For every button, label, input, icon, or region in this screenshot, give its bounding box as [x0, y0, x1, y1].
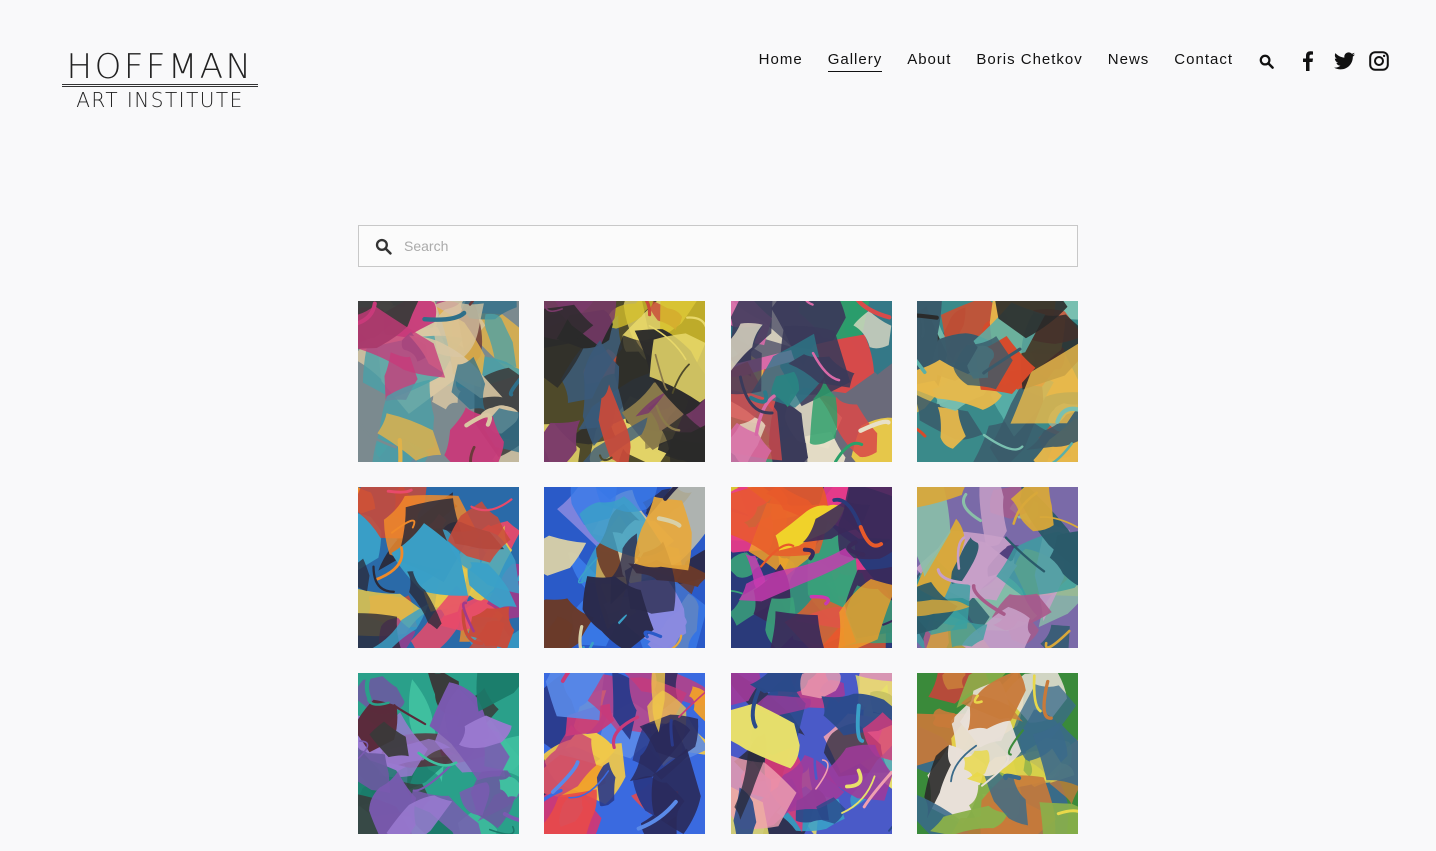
- painting-image: [358, 487, 519, 648]
- painting-image: [544, 487, 706, 648]
- gallery-grid: [358, 301, 1078, 834]
- painting-image: [358, 301, 519, 462]
- instagram-icon[interactable]: [1368, 50, 1390, 72]
- site-logo[interactable]: HOFFMAN ART INSTITUTE: [62, 50, 258, 111]
- painting-image: [544, 301, 706, 462]
- gallery-thumbnail[interactable]: [544, 487, 706, 648]
- nav-gallery[interactable]: Gallery: [827, 51, 883, 72]
- gallery-thumbnail[interactable]: [730, 487, 892, 648]
- nav-contact[interactable]: Contact: [1174, 51, 1233, 71]
- main-nav: Home Gallery About Boris Chetkov News Co…: [734, 50, 1390, 72]
- nav-boris-chetkov[interactable]: Boris Chetkov: [976, 51, 1082, 71]
- painting-image: [730, 673, 892, 834]
- painting-image: [916, 673, 1078, 834]
- facebook-icon[interactable]: [1297, 50, 1319, 72]
- gallery-search: [358, 225, 1078, 267]
- gallery-thumbnail[interactable]: [544, 301, 706, 462]
- painting-image: [358, 673, 519, 834]
- painting-image: [916, 301, 1078, 462]
- gallery-thumbnail[interactable]: [730, 301, 892, 462]
- gallery-thumbnail[interactable]: [916, 301, 1078, 462]
- nav-news[interactable]: News: [1108, 51, 1150, 71]
- nav-home[interactable]: Home: [759, 51, 803, 71]
- painting-image: [730, 487, 892, 648]
- gallery-thumbnail[interactable]: [916, 487, 1078, 648]
- gallery-thumbnail[interactable]: [358, 673, 519, 834]
- gallery-thumbnail[interactable]: [544, 673, 706, 834]
- gallery-thumbnail[interactable]: [730, 673, 892, 834]
- gallery-thumbnail[interactable]: [358, 487, 519, 648]
- painting-image: [730, 301, 892, 462]
- twitter-icon[interactable]: [1333, 50, 1355, 72]
- gallery-thumbnail[interactable]: [916, 673, 1078, 834]
- painting-image: [916, 487, 1078, 648]
- search-input[interactable]: [404, 231, 1044, 261]
- gallery-thumbnail[interactable]: [358, 301, 519, 462]
- search-icon[interactable]: [1255, 50, 1277, 72]
- painting-image: [544, 673, 706, 834]
- search-icon: [375, 237, 393, 255]
- logo-title: HOFFMAN: [66, 47, 254, 87]
- logo-subtitle: ART INSTITUTE: [76, 88, 244, 112]
- nav-about[interactable]: About: [907, 51, 951, 71]
